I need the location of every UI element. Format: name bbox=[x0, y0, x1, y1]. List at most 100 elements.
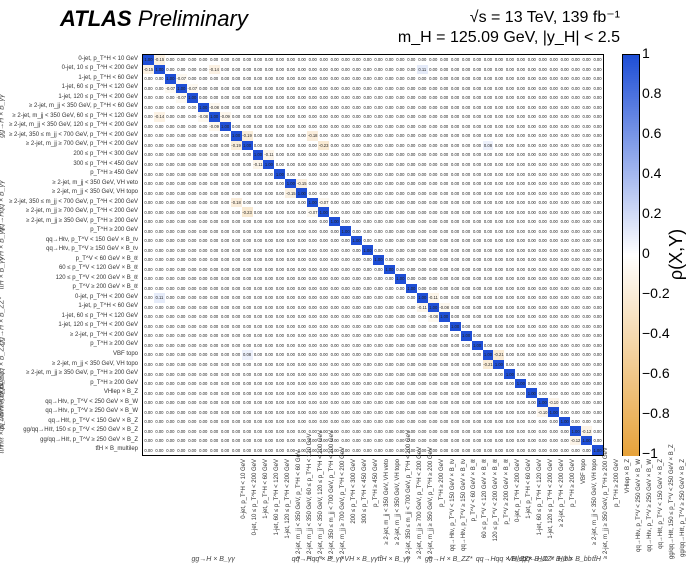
heatmap-cell: 0.00 bbox=[263, 55, 274, 65]
heatmap-cell: 0.00 bbox=[209, 284, 220, 294]
heatmap-cell: 0.00 bbox=[231, 245, 242, 255]
heatmap-cell: 0.00 bbox=[274, 131, 285, 141]
heatmap-cell: 0.00 bbox=[209, 398, 220, 408]
heatmap-cell: 0.00 bbox=[187, 112, 198, 122]
heatmap-cell: 0.00 bbox=[581, 265, 592, 275]
heatmap-cell: 1.00 bbox=[493, 360, 504, 370]
heatmap-cell: 0.00 bbox=[493, 198, 504, 208]
heatmap-cell: 0.00 bbox=[472, 398, 483, 408]
heatmap-cell: 0.00 bbox=[526, 274, 537, 284]
heatmap-cell: 0.00 bbox=[231, 103, 242, 113]
heatmap-cell: 0.00 bbox=[570, 112, 581, 122]
heatmap-cell: 0.00 bbox=[548, 350, 559, 360]
heatmap-cell: 0.00 bbox=[548, 188, 559, 198]
heatmap-cell: 0.00 bbox=[285, 426, 296, 436]
heatmap-cell: 0.00 bbox=[165, 417, 176, 427]
heatmap-cell: 0.00 bbox=[154, 303, 165, 313]
heatmap-cell: 0.00 bbox=[263, 93, 274, 103]
heatmap-cell: 0.00 bbox=[472, 293, 483, 303]
heatmap-cell: 0.00 bbox=[220, 417, 231, 427]
y-bin-label: 300 ≤ p_T^H < 450 GeV bbox=[73, 161, 138, 167]
x-axis-bin-labels: 0-jet, p_T^H < 10 GeV0-jet, 10 ≤ p_T^H <… bbox=[142, 456, 602, 556]
heatmap-cell: 0.00 bbox=[143, 169, 154, 179]
heatmap-cell: 0.00 bbox=[143, 84, 154, 94]
heatmap-cell: 0.00 bbox=[373, 207, 384, 217]
heatmap-cell: 1.00 bbox=[504, 369, 515, 379]
heatmap-cell: 0.00 bbox=[483, 255, 494, 265]
y-bin-label: 200 ≤ p_T^H < 300 GeV bbox=[73, 151, 138, 157]
heatmap-cell: 0.00 bbox=[340, 207, 351, 217]
heatmap-cell: 0.00 bbox=[559, 160, 570, 170]
heatmap-cell: 0.00 bbox=[548, 169, 559, 179]
heatmap-cell: 0.00 bbox=[493, 445, 504, 455]
heatmap-cell: 0.00 bbox=[450, 188, 461, 198]
heatmap-cell: 0.00 bbox=[373, 65, 384, 75]
heatmap-cell: 0.00 bbox=[362, 312, 373, 322]
heatmap-cell: 0.00 bbox=[198, 198, 209, 208]
heatmap-cell: 0.00 bbox=[570, 150, 581, 160]
heatmap-cell: 0.00 bbox=[406, 131, 417, 141]
heatmap-cell: 0.00 bbox=[483, 265, 494, 275]
heatmap-cell: -0.11 bbox=[253, 160, 264, 170]
heatmap-cell: 0.00 bbox=[362, 274, 373, 284]
heatmap-cell: 0.00 bbox=[592, 398, 603, 408]
heatmap-cell: -0.12 bbox=[581, 426, 592, 436]
heatmap-cell: 0.00 bbox=[274, 445, 285, 455]
heatmap-cell: 0.00 bbox=[143, 255, 154, 265]
heatmap-cell: 0.00 bbox=[231, 322, 242, 332]
heatmap-cell: 0.00 bbox=[417, 388, 428, 398]
heatmap-cell: 0.00 bbox=[198, 217, 209, 227]
heatmap-cell: 0.00 bbox=[592, 331, 603, 341]
heatmap-cell: 0.00 bbox=[570, 188, 581, 198]
heatmap-cell: 0.00 bbox=[198, 188, 209, 198]
heatmap-cell: 0.00 bbox=[504, 436, 515, 446]
heatmap-cell: 0.00 bbox=[242, 284, 253, 294]
heatmap-cell: 0.00 bbox=[406, 141, 417, 151]
heatmap-cell: 0.00 bbox=[274, 198, 285, 208]
heatmap-cell: 0.00 bbox=[450, 398, 461, 408]
heatmap-cell: 0.00 bbox=[450, 217, 461, 227]
heatmap-cell: 0.00 bbox=[406, 74, 417, 84]
heatmap-cell: 0.00 bbox=[318, 284, 329, 294]
heatmap-cell: 0.00 bbox=[581, 312, 592, 322]
heatmap-cell: 0.00 bbox=[253, 388, 264, 398]
heatmap-cell: 0.00 bbox=[428, 331, 439, 341]
heatmap-cell: 0.00 bbox=[285, 445, 296, 455]
heatmap-cell: 0.00 bbox=[570, 322, 581, 332]
heatmap-cell: 0.00 bbox=[439, 350, 450, 360]
heatmap-cell: 0.00 bbox=[209, 379, 220, 389]
heatmap-cell: 0.00 bbox=[253, 369, 264, 379]
heatmap-cell: 0.00 bbox=[450, 160, 461, 170]
heatmap-cell: 0.00 bbox=[472, 369, 483, 379]
heatmap-cell: 0.00 bbox=[318, 360, 329, 370]
heatmap-cell: 0.00 bbox=[307, 255, 318, 265]
heatmap-cell: 0.00 bbox=[472, 188, 483, 198]
heatmap-cell: 0.00 bbox=[493, 74, 504, 84]
heatmap-cell: 0.00 bbox=[537, 322, 548, 332]
y-bin-label: VBF topo bbox=[113, 351, 138, 357]
heatmap-cell: 0.00 bbox=[581, 150, 592, 160]
heatmap-cell: 1.00 bbox=[559, 417, 570, 427]
heatmap-cell: 0.00 bbox=[318, 388, 329, 398]
heatmap-cell: 0.00 bbox=[504, 341, 515, 351]
heatmap-cell: 0.00 bbox=[154, 398, 165, 408]
heatmap-cell: 0.00 bbox=[483, 131, 494, 141]
heatmap-cell: 0.00 bbox=[570, 93, 581, 103]
heatmap-cell: 0.00 bbox=[329, 245, 340, 255]
heatmap-cell: 0.00 bbox=[395, 303, 406, 313]
heatmap-cell: 0.00 bbox=[461, 179, 472, 189]
heatmap-cell: 0.00 bbox=[176, 350, 187, 360]
y-bin-label: ≥ 2-jet, m_jj ≥ 350 GeV, p_T^H ≥ 200 GeV bbox=[26, 370, 138, 376]
colorbar-tick: −0.6 bbox=[642, 365, 670, 381]
heatmap-cell: 0.00 bbox=[384, 407, 395, 417]
heatmap-cell: 0.00 bbox=[493, 141, 504, 151]
heatmap-cell: 0.00 bbox=[515, 188, 526, 198]
heatmap-cell: 0.00 bbox=[143, 103, 154, 113]
heatmap-cell: 1.00 bbox=[165, 74, 176, 84]
heatmap-cell: 0.00 bbox=[515, 331, 526, 341]
heatmap-cell: 0.00 bbox=[548, 150, 559, 160]
heatmap-cell: 0.00 bbox=[493, 131, 504, 141]
heatmap-cell: 1.00 bbox=[384, 265, 395, 275]
heatmap-cell: 0.00 bbox=[318, 150, 329, 160]
heatmap-cell: 0.00 bbox=[263, 303, 274, 313]
